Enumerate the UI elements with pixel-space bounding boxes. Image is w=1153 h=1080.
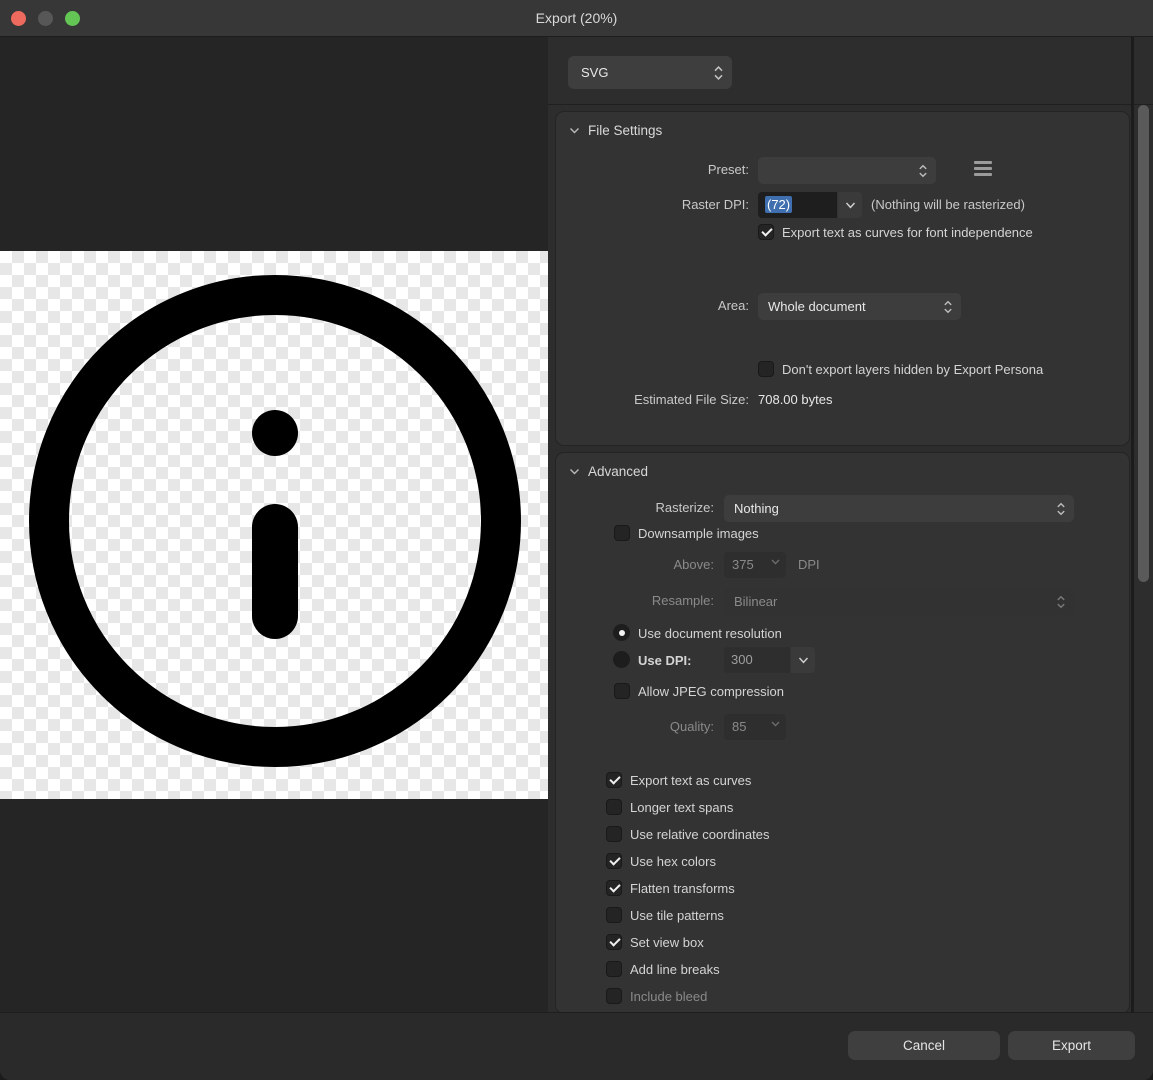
raster-dpi-value: (72)	[765, 196, 792, 213]
estimated-size-label: Estimated File Size:	[556, 387, 749, 413]
export-settings-pane: SVG File Settings Preset: Raster DPI:	[548, 37, 1153, 1012]
use-dpi-dropdown-button[interactable]	[791, 647, 815, 673]
rasterize-select-value: Nothing	[734, 501, 779, 516]
use-document-resolution-radio[interactable]	[613, 624, 630, 641]
dialog-footer: Cancel Export	[0, 1012, 1153, 1080]
title-bar: Export (20%)	[0, 0, 1153, 37]
above-label: Above:	[556, 552, 714, 578]
option-flatten-transforms-label: Flatten transforms	[630, 880, 735, 897]
preset-select[interactable]	[758, 157, 936, 184]
use-dpi-label: Use DPI:	[638, 652, 691, 669]
info-icon-artwork	[0, 251, 548, 799]
preset-label: Preset:	[556, 157, 749, 183]
dont-export-hidden-label: Don't export layers hidden by Export Per…	[782, 361, 1043, 378]
use-document-resolution-label: Use document resolution	[638, 625, 782, 642]
resample-select-value: Bilinear	[734, 594, 777, 609]
chevron-down-icon	[845, 202, 856, 209]
option-set-view-box-label: Set view box	[630, 934, 704, 951]
downsample-images-label: Downsample images	[638, 525, 759, 542]
export-dialog: Export (20%) SVG File Settings	[0, 0, 1153, 1080]
option-include-bleed-label: Include bleed	[630, 988, 707, 1005]
option-flatten-transforms-checkbox[interactable]	[606, 880, 622, 896]
raster-dpi-dropdown-button[interactable]	[838, 192, 862, 218]
option-add-line-breaks-checkbox[interactable]	[606, 961, 622, 977]
downsample-images-checkbox[interactable]	[614, 525, 630, 541]
preset-menu-icon[interactable]	[974, 161, 992, 179]
chevron-down-icon	[798, 657, 809, 664]
export-button[interactable]: Export	[1008, 1031, 1135, 1060]
area-select-value: Whole document	[768, 299, 866, 314]
option-use-hex-colors-checkbox[interactable]	[606, 853, 622, 869]
option-use-tile-patterns-label: Use tile patterns	[630, 907, 724, 924]
above-dpi-value: 375	[732, 557, 754, 572]
chevron-updown-icon	[943, 299, 953, 314]
format-strip: SVG	[548, 37, 1153, 105]
file-settings-panel: File Settings Preset: Raster DPI: (72) (…	[555, 111, 1130, 446]
dont-export-hidden-checkbox[interactable]	[758, 361, 774, 377]
resample-label: Resample:	[556, 588, 714, 614]
raster-dpi-note: (Nothing will be rasterized)	[871, 192, 1025, 218]
option-add-line-breaks-label: Add line breaks	[630, 961, 720, 978]
rasterize-label: Rasterize:	[556, 495, 714, 521]
file-settings-header[interactable]: File Settings	[569, 123, 662, 138]
chevron-updown-icon	[918, 163, 928, 178]
quality-value: 85	[732, 719, 746, 734]
option-use-tile-patterns-checkbox[interactable]	[606, 907, 622, 923]
advanced-header[interactable]: Advanced	[569, 464, 648, 479]
format-select-value: SVG	[581, 65, 608, 80]
option-set-view-box-checkbox[interactable]	[606, 934, 622, 950]
area-select[interactable]: Whole document	[758, 293, 961, 320]
resample-select: Bilinear	[724, 588, 1074, 615]
option-use-relative-coordinates-label: Use relative coordinates	[630, 826, 769, 843]
advanced-title: Advanced	[588, 464, 648, 479]
export-text-curves-label: Export text as curves for font independe…	[782, 224, 1033, 241]
quality-label: Quality:	[556, 714, 714, 740]
option-longer-text-spans-label: Longer text spans	[630, 799, 733, 816]
allow-jpeg-checkbox[interactable]	[614, 683, 630, 699]
use-dpi-input[interactable]: 300	[724, 647, 790, 673]
chevron-down-icon	[771, 559, 780, 565]
chevron-down-icon	[569, 127, 580, 135]
scrollbar-track-divider	[1131, 37, 1134, 1012]
chevron-updown-icon	[1056, 594, 1066, 609]
option-include-bleed-checkbox	[606, 988, 622, 1004]
window-title: Export (20%)	[0, 0, 1153, 37]
option-longer-text-spans-checkbox[interactable]	[606, 799, 622, 815]
file-settings-title: File Settings	[588, 123, 662, 138]
option-use-relative-coordinates-checkbox[interactable]	[606, 826, 622, 842]
export-text-curves-checkbox[interactable]	[758, 224, 774, 240]
chevron-down-icon	[771, 721, 780, 727]
export-preview-pane	[0, 37, 548, 1012]
option-export-text-as-curves-checkbox[interactable]	[606, 772, 622, 788]
cancel-button[interactable]: Cancel	[848, 1031, 1000, 1060]
chevron-updown-icon	[713, 64, 724, 81]
use-dpi-value: 300	[731, 652, 753, 667]
advanced-panel: Advanced Rasterize: Nothing Downsample i…	[555, 452, 1130, 1014]
option-export-text-as-curves-label: Export text as curves	[630, 772, 751, 789]
above-dpi-suffix: DPI	[798, 552, 820, 578]
chevron-updown-icon	[1056, 501, 1066, 516]
option-use-hex-colors-label: Use hex colors	[630, 853, 716, 870]
estimated-size-value: 708.00 bytes	[758, 387, 832, 413]
above-dpi-combo: 375	[724, 552, 786, 578]
area-label: Area:	[556, 293, 749, 319]
quality-combo: 85	[724, 714, 786, 740]
chevron-down-icon	[569, 468, 580, 476]
raster-dpi-input[interactable]: (72)	[758, 192, 837, 218]
raster-dpi-label: Raster DPI:	[556, 192, 749, 218]
format-select[interactable]: SVG	[568, 56, 732, 89]
transparency-checkerboard	[0, 251, 548, 799]
allow-jpeg-label: Allow JPEG compression	[638, 683, 784, 700]
use-dpi-radio[interactable]	[613, 651, 630, 668]
rasterize-select[interactable]: Nothing	[724, 495, 1074, 522]
scrollbar-thumb[interactable]	[1138, 105, 1149, 582]
